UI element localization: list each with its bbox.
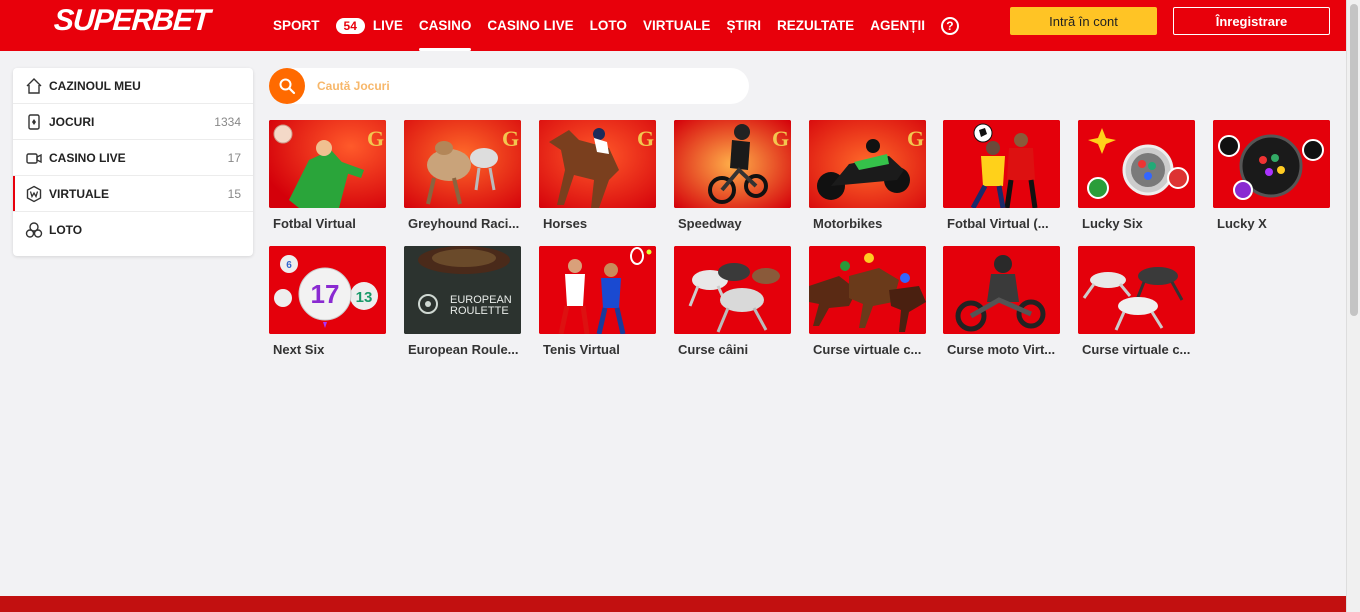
game-title[interactable]: Curse câini bbox=[678, 342, 791, 357]
search-button[interactable] bbox=[269, 68, 305, 104]
footer-bar bbox=[0, 596, 1346, 612]
main-nav: SPORT 54 LIVE CASINO CASINO LIVE LOTO VI… bbox=[273, 0, 959, 51]
nav-agentii[interactable]: AGENȚII bbox=[870, 0, 925, 51]
superbet-logo[interactable]: SUPERBET bbox=[53, 4, 211, 38]
svg-text:G: G bbox=[367, 126, 384, 151]
game-card-fotbal-virtual-2[interactable]: Fotbal Virtual (... bbox=[943, 120, 1060, 231]
game-card-european-roulette[interactable]: EUROPEAN ROULETTE European Roule... bbox=[404, 246, 521, 357]
game-card-curse-caini[interactable]: Curse câini bbox=[674, 246, 791, 357]
game-title[interactable]: Curse moto Virt... bbox=[947, 342, 1060, 357]
help-icon[interactable]: ? bbox=[940, 16, 959, 35]
cards-icon bbox=[25, 113, 43, 131]
game-thumbnail[interactable]: EUROPEAN ROULETTE bbox=[404, 246, 521, 334]
sidebar-item-loto[interactable]: LOTO bbox=[13, 212, 253, 248]
sidebar-item-jocuri[interactable]: JOCURI 1334 bbox=[13, 104, 253, 140]
game-title[interactable]: European Roule... bbox=[408, 342, 521, 357]
page-scrollbar[interactable] bbox=[1346, 0, 1360, 612]
sidebar-item-virtuale[interactable]: VIRTUALE 15 bbox=[13, 176, 253, 212]
game-title[interactable]: Greyhound Raci... bbox=[408, 216, 521, 231]
loto-balls-icon bbox=[25, 221, 43, 239]
nav-sport[interactable]: SPORT bbox=[273, 0, 320, 51]
roulette-title-line2: ROULETTE bbox=[450, 305, 509, 317]
game-thumbnail[interactable] bbox=[943, 120, 1060, 208]
nav-rezultate[interactable]: REZULTATE bbox=[777, 0, 854, 51]
game-title[interactable]: Motorbikes bbox=[813, 216, 926, 231]
sidebar-item-cazinoul-meu[interactable]: CAZINOUL MEU bbox=[13, 68, 253, 104]
search-input[interactable] bbox=[317, 79, 717, 93]
ball-number: 17 bbox=[311, 279, 340, 309]
nav-virtuale[interactable]: VIRTUALE bbox=[643, 0, 711, 51]
game-title[interactable]: Curse virtuale c... bbox=[813, 342, 926, 357]
game-card-horses[interactable]: G Horses bbox=[539, 120, 656, 231]
game-thumbnail[interactable] bbox=[1213, 120, 1330, 208]
nav-loto[interactable]: LOTO bbox=[590, 0, 627, 51]
game-title[interactable]: Lucky X bbox=[1217, 216, 1330, 231]
game-card-curse-virtuale-caini[interactable]: Curse virtuale c... bbox=[1078, 246, 1195, 357]
ball-number: 13 bbox=[356, 289, 373, 306]
game-title[interactable]: Fotbal Virtual (... bbox=[947, 216, 1060, 231]
sidebar-item-label: CASINO LIVE bbox=[49, 150, 126, 165]
game-thumbnail[interactable] bbox=[809, 246, 926, 334]
game-card-curse-virtuale-cai[interactable]: Curse virtuale c... bbox=[809, 246, 926, 357]
login-button[interactable]: Intră în cont bbox=[1010, 7, 1157, 35]
game-card-next-six[interactable]: 6 13 17 Next Six bbox=[269, 246, 386, 357]
sidebar-item-count: 1334 bbox=[214, 114, 241, 129]
game-thumbnail[interactable]: G bbox=[269, 120, 386, 208]
sidebar-item-label: VIRTUALE bbox=[49, 186, 109, 201]
game-title[interactable]: Curse virtuale c... bbox=[1082, 342, 1195, 357]
game-thumbnail[interactable]: G bbox=[404, 120, 521, 208]
live-count-badge[interactable]: 54 bbox=[335, 17, 365, 34]
game-card-motorbikes[interactable]: G Motorbikes bbox=[809, 120, 926, 231]
game-thumbnail[interactable] bbox=[1078, 246, 1195, 334]
game-card-lucky-x[interactable]: Lucky X bbox=[1213, 120, 1330, 231]
nav-casino[interactable]: CASINO bbox=[418, 0, 471, 51]
sidebar-item-casino-live[interactable]: CASINO LIVE 17 bbox=[13, 140, 253, 176]
scrollbar-thumb[interactable] bbox=[1350, 4, 1358, 316]
nav-casino-live[interactable]: CASINO LIVE bbox=[487, 0, 573, 51]
game-thumbnail[interactable] bbox=[539, 246, 656, 334]
nav-stiri[interactable]: ȘTIRI bbox=[726, 0, 761, 51]
home-icon bbox=[25, 77, 43, 95]
game-title[interactable]: Lucky Six bbox=[1082, 216, 1195, 231]
game-thumbnail[interactable] bbox=[943, 246, 1060, 334]
game-thumbnail[interactable]: G bbox=[539, 120, 656, 208]
svg-text:G: G bbox=[907, 126, 924, 151]
svg-text:G: G bbox=[502, 126, 519, 151]
sidebar-item-count: 15 bbox=[227, 186, 241, 201]
game-title[interactable]: Next Six bbox=[273, 342, 386, 357]
game-title[interactable]: Fotbal Virtual bbox=[273, 216, 386, 231]
game-search bbox=[269, 68, 749, 104]
ball-number: 6 bbox=[286, 260, 292, 271]
game-thumbnail[interactable] bbox=[1078, 120, 1195, 208]
game-card-greyhound[interactable]: G Greyhound Raci... bbox=[404, 120, 521, 231]
game-thumbnail[interactable]: 6 13 17 bbox=[269, 246, 386, 334]
svg-text:G: G bbox=[772, 126, 789, 151]
sidebar-item-label: LOTO bbox=[49, 223, 83, 237]
game-card-lucky-six[interactable]: Lucky Six bbox=[1078, 120, 1195, 231]
game-card-tenis-virtual[interactable]: Tenis Virtual bbox=[539, 246, 656, 357]
search-icon bbox=[279, 78, 296, 95]
game-title[interactable]: Speedway bbox=[678, 216, 791, 231]
game-card-speedway[interactable]: G Speedway bbox=[674, 120, 791, 231]
top-header: SUPERBET SPORT 54 LIVE CASINO CASINO LIV… bbox=[0, 0, 1346, 51]
casino-sidebar: CAZINOUL MEU JOCURI 1334 CASINO LIVE 17 … bbox=[13, 68, 253, 256]
game-thumbnail[interactable]: G bbox=[674, 120, 791, 208]
register-button[interactable]: Înregistrare bbox=[1173, 7, 1330, 35]
game-title[interactable]: Horses bbox=[543, 216, 656, 231]
sidebar-item-label: JOCURI bbox=[49, 114, 95, 129]
svg-text:G: G bbox=[637, 126, 654, 151]
game-thumbnail[interactable] bbox=[674, 246, 791, 334]
game-card-fotbal-virtual[interactable]: G Fotbal Virtual bbox=[269, 120, 386, 231]
game-title[interactable]: Tenis Virtual bbox=[543, 342, 656, 357]
sidebar-item-label: CAZINOUL MEU bbox=[49, 78, 141, 93]
game-card-curse-moto-virtuale[interactable]: Curse moto Virt... bbox=[943, 246, 1060, 357]
virtual-icon bbox=[25, 185, 43, 203]
nav-live[interactable]: LIVE bbox=[373, 0, 403, 51]
game-thumbnail[interactable]: G bbox=[809, 120, 926, 208]
camera-icon bbox=[25, 149, 43, 167]
sidebar-item-count: 17 bbox=[227, 150, 241, 165]
